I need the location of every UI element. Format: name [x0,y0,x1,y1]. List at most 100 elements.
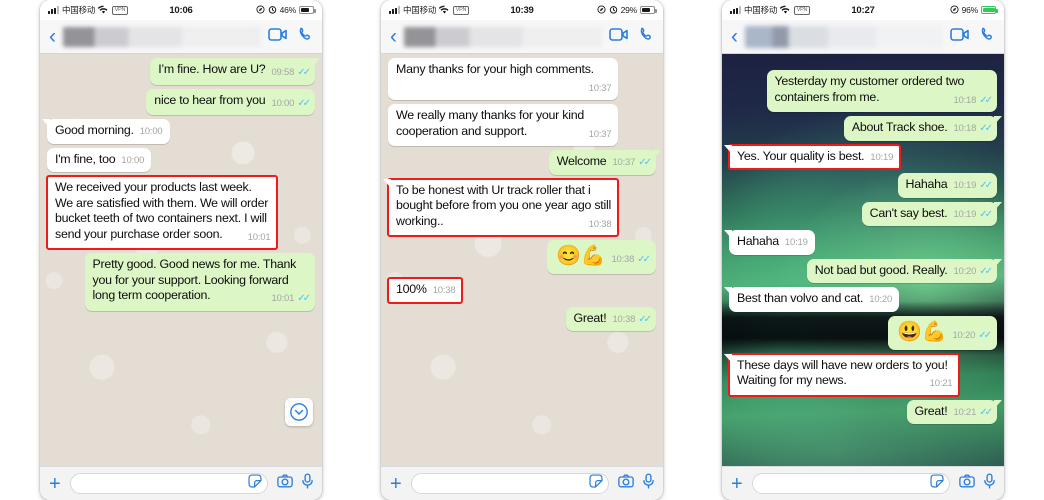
message-time: 10:38 [588,218,612,230]
message-bubble[interactable]: Yesterday my customer ordered two contai… [766,70,997,112]
message-text: 😃💪 [897,320,947,343]
message-meta: 10:01 ✓✓ [271,291,311,307]
message-time: 10:19 [953,180,977,191]
message-bubble[interactable]: Not bad but good. Really. 10:20 ✓✓ [806,258,1003,283]
read-receipt-icon: ✓✓ [979,208,993,220]
message-time: 10:37 [588,128,612,140]
message-meta: 10:18 ✓✓ [953,93,992,109]
message-text: Many thanks for your high comments. [396,62,594,76]
message-bubble[interactable]: 100% 10:38 [386,277,464,304]
message-bubble[interactable]: We really many thanks for your kind coop… [388,104,619,146]
message-row: 😊💪 10:38 ✓✓ [388,240,656,274]
video-call-button[interactable] [268,27,287,46]
back-button[interactable]: ‹ [390,26,397,47]
read-receipt-icon: ✓✓ [638,157,652,168]
back-button[interactable]: ‹ [49,26,56,47]
contact-name-blurred[interactable] [63,26,261,48]
message-bubble[interactable]: To be honest with Ur track roller that i… [382,177,620,237]
message-input[interactable] [416,477,589,490]
status-bar: 中国移动 VPN 10:39 29% [381,0,663,20]
back-button[interactable]: ‹ [731,26,738,47]
message-time: 10:01 [247,231,271,243]
camera-icon[interactable] [618,474,634,493]
message-row: 100% 10:38 [386,277,656,304]
message-bubble[interactable]: These days will have new orders to you! … [723,352,961,397]
message-input-bar: + [722,466,1004,500]
attach-plus-button[interactable]: + [731,474,743,494]
sticker-icon[interactable] [248,474,262,493]
read-receipt-icon: ✓✓ [638,313,652,325]
message-bubble[interactable]: nice to hear from you 10:00 ✓✓ [146,88,315,115]
message-input-field[interactable] [69,473,268,494]
message-meta: 10:19 ✓✓ [953,178,992,194]
message-row: Great! 10:21 ✓✓ [729,399,1003,424]
chat-messages[interactable]: I’m fine. How are U? 09:58 ✓✓ nice to hear … [40,54,322,466]
message-meta: 10:20 [869,292,892,308]
message-input-field[interactable] [751,473,950,494]
message-input[interactable] [757,477,930,490]
message-input-field[interactable] [410,473,609,494]
message-bubble[interactable]: Hahaha 10:19 [724,230,815,255]
message-bubble[interactable]: Welcome 10:37 ✓✓ [548,150,662,175]
scroll-to-bottom-button[interactable] [285,398,313,426]
microphone-icon[interactable] [984,473,995,494]
chat-header: ‹ [40,20,322,54]
read-receipt-icon: ✓✓ [297,97,311,109]
message-bubble[interactable]: I’m fine. How are U? 09:58 ✓✓ [150,58,320,85]
message-bubble[interactable]: We received your products last week. We … [45,175,279,250]
message-bubble[interactable]: Yes. Your quality is best. 10:19 [723,143,902,170]
read-receipt-icon: ✓✓ [978,329,992,341]
sticker-icon[interactable] [589,474,603,493]
message-meta: 10:01 [248,230,271,246]
video-call-button[interactable] [609,27,628,46]
read-receipt-icon: ✓✓ [297,293,311,304]
status-time: 10:06 [169,4,193,16]
message-bubble[interactable]: About Track shoe. 10:18 ✓✓ [843,116,1003,141]
message-row: Best than volvo and cat. 10:20 [723,287,997,312]
message-text: I'm fine, too [55,151,116,166]
message-bubble[interactable]: Best than volvo and cat. 10:20 [723,287,900,312]
message-text: Great! [573,310,607,325]
contact-name-blurred[interactable] [745,25,943,48]
message-input-bar: + [40,466,322,500]
camera-icon[interactable] [277,474,293,493]
contact-name-blurred[interactable] [404,26,602,48]
message-bubble[interactable]: 😃💪 10:20 ✓✓ [888,315,997,350]
video-call-button[interactable] [950,27,969,46]
message-time: 10:38 [432,285,456,296]
camera-icon[interactable] [959,474,975,493]
message-bubble[interactable]: Hahaha 10:19 ✓✓ [897,173,997,198]
chat-messages[interactable]: Yesterday my customer ordered two contai… [722,54,1004,466]
message-time: 10:00 [139,126,163,137]
status-time: 10:39 [510,4,534,16]
message-bubble[interactable]: I'm fine, too 10:00 [47,147,152,172]
sticker-icon[interactable] [930,474,944,493]
attach-plus-button[interactable]: + [49,474,61,494]
message-time: 10:38 [612,313,636,325]
message-row: We really many thanks for your kind coop… [388,104,656,146]
attach-plus-button[interactable]: + [390,474,402,494]
truncated-message-top [729,58,997,66]
message-bubble[interactable]: Pretty good. Good news for me. Thank you… [84,253,315,311]
microphone-icon[interactable] [643,473,654,494]
message-input[interactable] [75,477,248,490]
voice-call-button[interactable] [980,27,995,47]
message-bubble[interactable]: Good morning. 10:00 [42,119,170,144]
voice-call-button[interactable] [639,27,654,47]
message-bubble[interactable]: 😊💪 10:38 ✓✓ [547,240,656,274]
message-row: I'm fine, too 10:00 [47,147,315,172]
message-text: These days will have new orders to you! … [737,357,948,388]
chat-header: ‹ [381,20,663,54]
voice-call-button[interactable] [298,27,313,47]
message-row: nice to hear from you 10:00 ✓✓ [47,88,315,115]
chat-messages[interactable]: Many thanks for your high comments. 10:37… [381,54,663,466]
message-text: Best than volvo and cat. [737,291,864,305]
message-row: We received your products last week. We … [45,175,315,250]
message-bubble[interactable]: Can't say best. 10:19 ✓✓ [861,201,1003,226]
message-bubble[interactable]: Great! 10:38 ✓✓ [565,306,656,331]
message-bubble[interactable]: Many thanks for your high comments. 10:37 [388,58,619,100]
read-receipt-icon: ✓✓ [979,406,993,418]
message-bubble[interactable]: Great! 10:21 ✓✓ [906,399,1003,424]
message-time: 10:01 [271,293,295,304]
microphone-icon[interactable] [302,473,313,494]
